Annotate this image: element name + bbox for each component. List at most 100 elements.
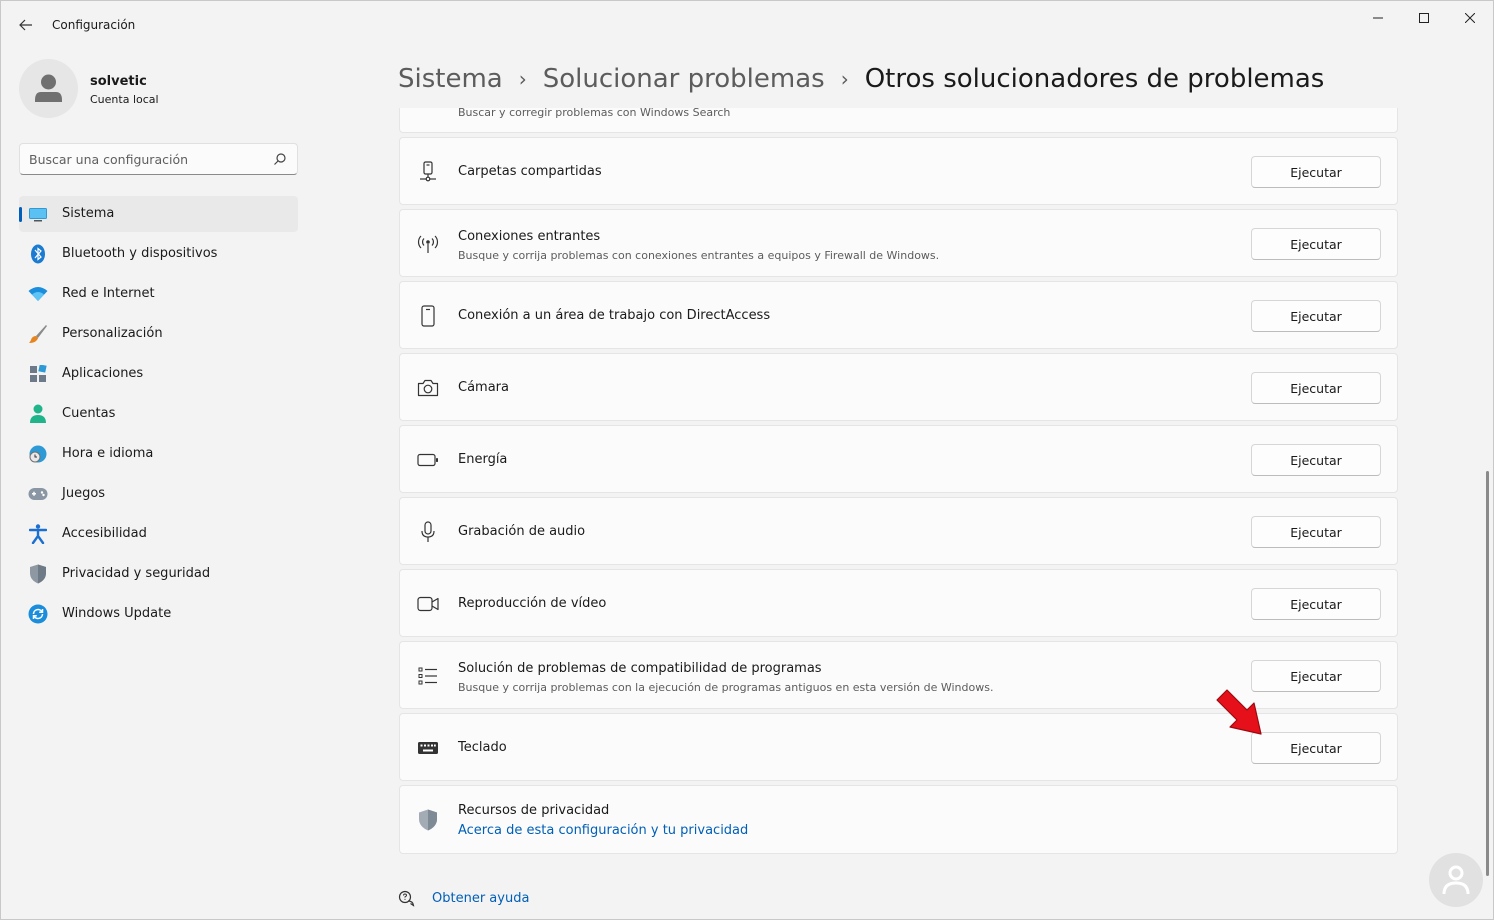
sidebar-item-label: Privacidad y seguridad <box>62 566 211 581</box>
video-icon <box>416 592 440 616</box>
troubleshooter-card: Carpetas compartidas Ejecutar <box>399 137 1398 205</box>
profile-account-type: Cuenta local <box>90 93 159 106</box>
run-button[interactable]: Ejecutar <box>1251 444 1381 476</box>
troubleshooter-title: Carpetas compartidas <box>458 164 602 179</box>
troubleshooter-title: Cámara <box>458 380 509 395</box>
sidebar-item-privacidad[interactable]: Privacidad y seguridad <box>19 556 298 592</box>
avatar <box>19 59 78 118</box>
clock-globe-icon <box>28 444 48 464</box>
person-icon <box>1442 865 1470 895</box>
brush-icon <box>28 324 48 344</box>
gamepad-icon <box>28 484 48 504</box>
sidebar-item-label: Bluetooth y dispositivos <box>62 246 218 261</box>
person-icon <box>28 404 48 424</box>
scrollbar-thumb[interactable] <box>1486 471 1489 876</box>
profile-name: solvetic <box>90 74 147 89</box>
get-help[interactable]: Obtener ayuda <box>398 887 529 909</box>
run-button[interactable]: Ejecutar <box>1251 300 1381 332</box>
keyboard-icon <box>416 736 440 760</box>
accessibility-icon <box>28 524 48 544</box>
run-button[interactable]: Ejecutar <box>1251 588 1381 620</box>
troubleshooter-desc: Busque y corrija problemas con la ejecuc… <box>458 681 994 694</box>
sidebar-item-personalizacion[interactable]: Personalización <box>19 316 298 352</box>
troubleshooter-title: Energía <box>458 452 508 467</box>
annotation-arrow-icon <box>1216 689 1262 735</box>
wifi-icon <box>28 284 48 304</box>
run-button[interactable]: Ejecutar <box>1251 372 1381 404</box>
settings-window: Configuración solvetic Cuenta local Busc… <box>0 0 1494 920</box>
person-icon <box>35 74 62 102</box>
shield-icon <box>416 808 440 832</box>
back-button[interactable] <box>11 11 41 39</box>
run-button[interactable]: Ejecutar <box>1251 156 1381 188</box>
sidebar-item-label: Windows Update <box>62 606 172 621</box>
minimize-icon <box>1373 17 1383 19</box>
maximize-button[interactable] <box>1401 1 1447 35</box>
sidebar-item-label: Juegos <box>62 486 106 501</box>
sidebar-nav: Sistema Bluetooth y dispositivos Red e I… <box>19 196 298 636</box>
breadcrumb-solucionar-problemas[interactable]: Solucionar problemas <box>543 64 825 94</box>
sidebar-item-label: Red e Internet <box>62 286 155 301</box>
page-title: Otros solucionadores de problemas <box>864 64 1325 94</box>
sidebar-item-windows-update[interactable]: Windows Update <box>19 596 298 632</box>
close-button[interactable] <box>1447 1 1493 35</box>
breadcrumb-separator: › <box>840 67 849 91</box>
run-button[interactable]: Ejecutar <box>1251 228 1381 260</box>
user-profile[interactable]: solvetic Cuenta local <box>19 59 299 119</box>
troubleshooter-title: Solución de problemas de compatibilidad … <box>458 661 822 676</box>
microphone-icon <box>416 520 440 544</box>
run-button[interactable]: Ejecutar <box>1251 732 1381 764</box>
search-icon[interactable] <box>273 152 287 166</box>
help-chat-icon <box>398 890 415 907</box>
battery-icon <box>416 448 440 472</box>
help-link[interactable]: Obtener ayuda <box>432 891 529 906</box>
sidebar-item-label: Sistema <box>62 206 115 221</box>
sidebar-item-accesibilidad[interactable]: Accesibilidad <box>19 516 298 552</box>
breadcrumb: Sistema › Solucionar problemas › Otros s… <box>398 59 1324 99</box>
troubleshooter-card: Cámara Ejecutar <box>399 353 1398 421</box>
privacy-resources-card: Recursos de privacidad Acerca de esta co… <box>399 785 1398 854</box>
search-input[interactable] <box>29 150 269 168</box>
sidebar-item-bluetooth[interactable]: Bluetooth y dispositivos <box>19 236 298 272</box>
maximize-icon <box>1419 13 1429 23</box>
sidebar-item-hora[interactable]: Hora e idioma <box>19 436 298 472</box>
watermark-logo <box>1429 853 1483 907</box>
settings-search-box <box>19 143 298 175</box>
troubleshooter-card: Conexión a un área de trabajo con Direct… <box>399 281 1398 349</box>
troubleshooter-title: Grabación de audio <box>458 524 586 539</box>
sidebar-item-juegos[interactable]: Juegos <box>19 476 298 512</box>
privacy-link[interactable]: Acerca de esta configuración y tu privac… <box>458 823 748 838</box>
troubleshooter-card: Conexiones entrantes Busque y corrija pr… <box>399 209 1398 277</box>
close-icon <box>1465 13 1475 23</box>
troubleshooter-title: Reproducción de vídeo <box>458 596 607 611</box>
sidebar-item-aplicaciones[interactable]: Aplicaciones <box>19 356 298 392</box>
troubleshooter-card: Energía Ejecutar <box>399 425 1398 493</box>
title-bar: Configuración <box>1 1 1493 49</box>
breadcrumb-sistema[interactable]: Sistema <box>398 64 503 94</box>
privacy-title: Recursos de privacidad <box>458 803 610 818</box>
sidebar-item-cuentas[interactable]: Cuentas <box>19 396 298 432</box>
sidebar-item-label: Accesibilidad <box>62 526 147 541</box>
monitor-icon <box>28 204 48 224</box>
update-icon <box>28 604 48 624</box>
troubleshooter-title: Conexión a un área de trabajo con Direct… <box>458 308 771 323</box>
troubleshooter-desc: Buscar y corregir problemas con Windows … <box>458 108 731 119</box>
troubleshooter-card: Grabación de audio Ejecutar <box>399 497 1398 565</box>
minimize-button[interactable] <box>1355 1 1401 35</box>
sidebar-item-label: Hora e idioma <box>62 446 154 461</box>
breadcrumb-separator: › <box>518 67 527 91</box>
app-title: Configuración <box>52 18 136 32</box>
sidebar-item-label: Personalización <box>62 326 163 341</box>
troubleshooter-card-partial: Buscar y corregir problemas con Windows … <box>399 108 1398 133</box>
shield-icon <box>28 564 48 584</box>
troubleshooter-card: Reproducción de vídeo Ejecutar <box>399 569 1398 637</box>
sidebar-item-red[interactable]: Red e Internet <box>19 276 298 312</box>
camera-icon <box>416 376 440 400</box>
run-button[interactable]: Ejecutar <box>1251 516 1381 548</box>
troubleshooter-title: Teclado <box>458 740 507 755</box>
sidebar-item-sistema[interactable]: Sistema <box>19 196 298 232</box>
network-drive-icon <box>416 160 440 184</box>
run-button[interactable]: Ejecutar <box>1251 660 1381 692</box>
arrow-left-icon <box>19 19 32 31</box>
troubleshooter-title: Conexiones entrantes <box>458 229 601 244</box>
